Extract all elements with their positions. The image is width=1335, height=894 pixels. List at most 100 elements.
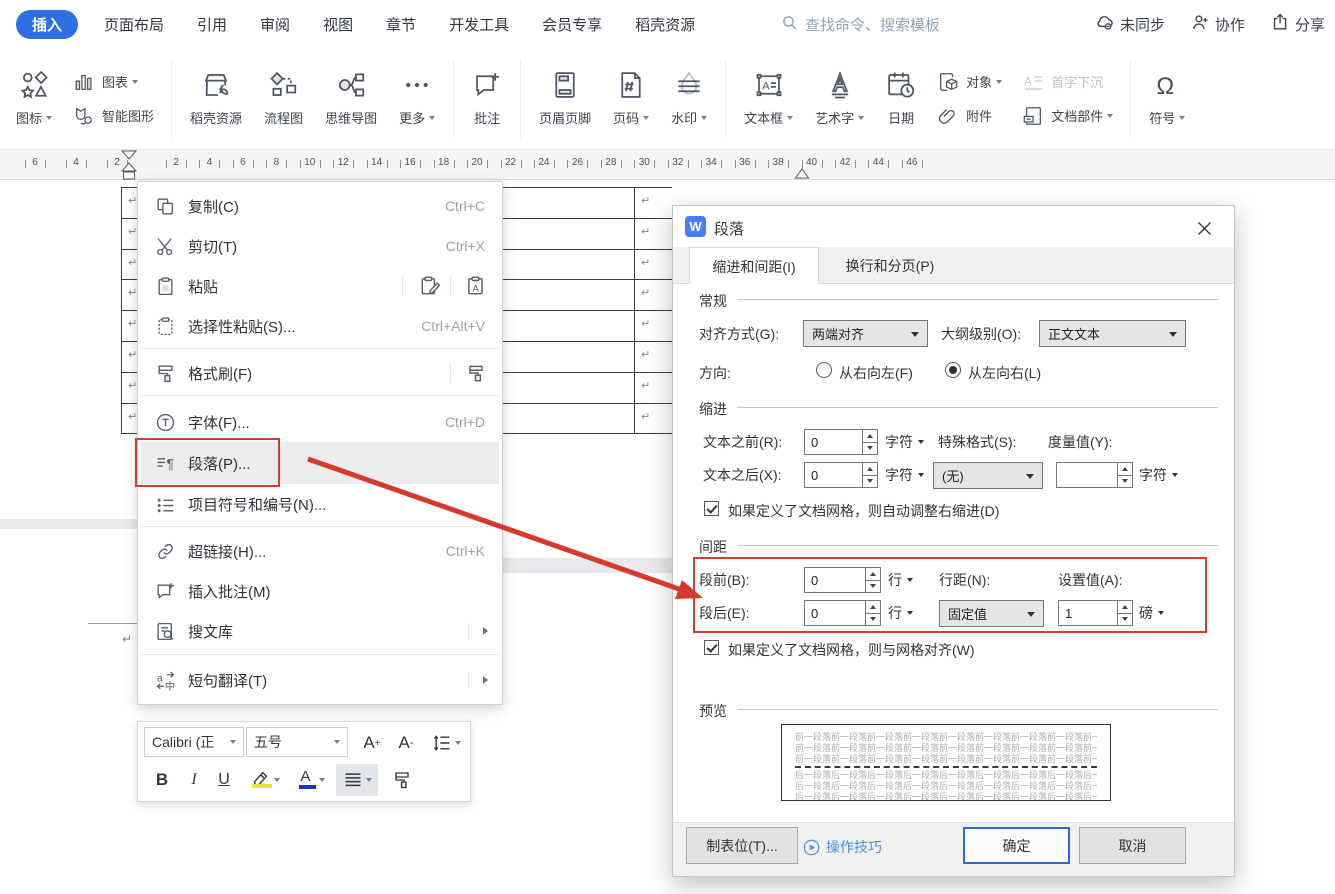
menu-item-format-painter[interactable]: 格式刷(F)	[141, 353, 499, 393]
smartart-button[interactable]: 智能图形	[73, 105, 154, 127]
highlight-color-button[interactable]	[244, 764, 284, 796]
command-search-box[interactable]: 查找命令、搜索模板	[781, 0, 940, 48]
indent-before-unit[interactable]: 字符	[885, 432, 924, 452]
format-painter-button[interactable]	[386, 764, 418, 796]
measure-input[interactable]	[1057, 463, 1117, 487]
space-before-input[interactable]	[805, 568, 865, 592]
indent-before-input[interactable]	[805, 430, 862, 454]
menu-item-paste-special[interactable]: 选择性粘贴(S)... Ctrl+Alt+V	[141, 306, 499, 346]
watermark-button[interactable]: 水印	[660, 70, 718, 127]
menu-item-insert-comment[interactable]: 插入批注(M)	[141, 571, 499, 611]
paste-keep-format-button[interactable]	[417, 273, 443, 299]
tab-insert-active[interactable]: 插入	[16, 10, 78, 39]
tab-references[interactable]: 引用	[197, 14, 227, 35]
sync-status[interactable]: 未同步	[1094, 12, 1165, 37]
snap-to-grid-checkbox[interactable]	[704, 640, 719, 655]
measure-unit[interactable]: 字符	[1139, 465, 1178, 485]
spin-up-icon[interactable]	[1118, 463, 1132, 476]
indent-before-spinner[interactable]	[804, 429, 878, 455]
tab-review[interactable]: 审阅	[260, 14, 290, 35]
indent-after-spinner[interactable]	[804, 462, 878, 488]
more-button[interactable]: 更多	[388, 70, 446, 127]
font-color-button[interactable]: A	[290, 764, 330, 796]
indent-markers[interactable]	[121, 150, 137, 180]
symbol-button[interactable]: Ω 符号	[1138, 70, 1196, 127]
font-size-combo[interactable]: 五号	[246, 727, 348, 757]
menu-item-copy[interactable]: 复制(C) Ctrl+C	[141, 186, 499, 226]
ok-button[interactable]: 确定	[963, 827, 1070, 864]
tab-dev-tools[interactable]: 开发工具	[449, 14, 509, 35]
menu-item-font[interactable]: 字体(F)... Ctrl+D	[141, 402, 499, 442]
close-icon[interactable]	[1192, 216, 1216, 240]
set-value-input[interactable]	[1059, 601, 1117, 625]
tab-page-layout[interactable]: 页面布局	[104, 14, 164, 35]
menu-item-cut[interactable]: 剪切(T) Ctrl+X	[141, 226, 499, 266]
object-button[interactable]: 对象	[937, 71, 1002, 93]
set-value-spinner[interactable]	[1058, 600, 1133, 626]
tab-section[interactable]: 章节	[386, 14, 416, 35]
spin-down-icon[interactable]	[866, 614, 880, 626]
space-after-input[interactable]	[805, 601, 865, 625]
line-spacing-dropdown[interactable]: 固定值	[939, 600, 1044, 627]
docparts-button[interactable]: 文档部件	[1022, 105, 1113, 127]
tab-view[interactable]: 视图	[323, 14, 353, 35]
menu-item-paste[interactable]: 粘贴 A	[141, 266, 499, 306]
spin-up-icon[interactable]	[866, 568, 880, 581]
spin-up-icon[interactable]	[866, 601, 880, 614]
header-footer-button[interactable]: 页眉页脚	[528, 70, 602, 127]
tab-docer[interactable]: 稻壳资源	[635, 14, 695, 35]
chart-button[interactable]: 图表	[73, 71, 154, 93]
tabs-button[interactable]: 制表位(T)...	[686, 827, 798, 864]
flowchart-button[interactable]: 流程图	[253, 70, 314, 127]
tab-line-and-page-breaks[interactable]: 换行和分页(P)	[823, 247, 957, 284]
italic-button[interactable]: I	[182, 764, 206, 796]
spin-up-icon[interactable]	[863, 430, 877, 443]
mindmap-button[interactable]: 思维导图	[314, 70, 388, 127]
collaborate-button[interactable]: 协作	[1191, 13, 1245, 36]
bold-button[interactable]: B	[148, 764, 176, 796]
set-value-unit[interactable]: 磅	[1139, 603, 1164, 623]
menu-item-translate[interactable]: a中 短句翻译(T)	[141, 660, 499, 700]
space-after-spinner[interactable]	[804, 600, 881, 626]
spin-down-icon[interactable]	[866, 581, 880, 593]
date-button[interactable]: 日期	[875, 70, 927, 127]
direction-rtl-radio[interactable]	[816, 362, 832, 378]
spin-up-icon[interactable]	[863, 463, 877, 476]
attachment-button[interactable]: 附件	[937, 105, 1002, 127]
auto-adjust-indent-checkbox[interactable]	[704, 501, 719, 516]
menu-item-bullets-numbering[interactable]: 项目符号和编号(N)...	[141, 484, 499, 524]
menu-item-search-library[interactable]: 搜文库	[141, 611, 499, 651]
docer-resources-button[interactable]: 稻壳资源	[179, 70, 253, 127]
tab-indent-and-spacing[interactable]: 缩进和间距(I)	[689, 247, 819, 285]
menu-item-hyperlink[interactable]: 超链接(H)... Ctrl+K	[141, 531, 499, 571]
spin-up-icon[interactable]	[1118, 601, 1132, 614]
decrease-font-icon[interactable]	[390, 728, 422, 758]
spin-down-icon[interactable]	[1118, 614, 1132, 626]
space-after-unit[interactable]: 行	[888, 603, 913, 623]
dialog-titlebar[interactable]: W 段落	[673, 206, 1234, 247]
increase-font-icon[interactable]	[356, 728, 388, 758]
outline-level-dropdown[interactable]: 正文文本	[1039, 320, 1186, 347]
page-number-button[interactable]: 页码	[602, 70, 660, 127]
alignment-dropdown[interactable]: 两端对齐	[803, 320, 928, 347]
menu-item-paragraph[interactable]: ¶ 段落(P)...	[141, 442, 499, 484]
spin-down-icon[interactable]	[863, 476, 877, 488]
cancel-button[interactable]: 取消	[1079, 827, 1186, 864]
font-name-combo[interactable]: Calibri (正	[144, 727, 244, 757]
wordart-button[interactable]: 艺术字	[804, 70, 875, 127]
format-painter-apply-button[interactable]	[463, 360, 489, 386]
icons-button[interactable]: 图标	[5, 70, 63, 127]
spin-down-icon[interactable]	[1118, 476, 1132, 488]
space-before-spinner[interactable]	[804, 567, 881, 593]
spin-down-icon[interactable]	[863, 443, 877, 455]
comment-button[interactable]: 批注	[461, 70, 513, 127]
measure-spinner[interactable]	[1056, 462, 1133, 488]
share-button[interactable]: 分享	[1271, 13, 1325, 36]
special-format-dropdown[interactable]: (无)	[933, 462, 1043, 489]
indent-after-unit[interactable]: 字符	[885, 465, 924, 485]
paste-text-only-button[interactable]: A	[463, 273, 489, 299]
align-button[interactable]	[336, 764, 378, 796]
direction-ltr-radio[interactable]	[945, 362, 961, 378]
tips-link[interactable]: 操作技巧	[803, 837, 882, 857]
textbox-button[interactable]: A 文本框	[733, 70, 804, 127]
